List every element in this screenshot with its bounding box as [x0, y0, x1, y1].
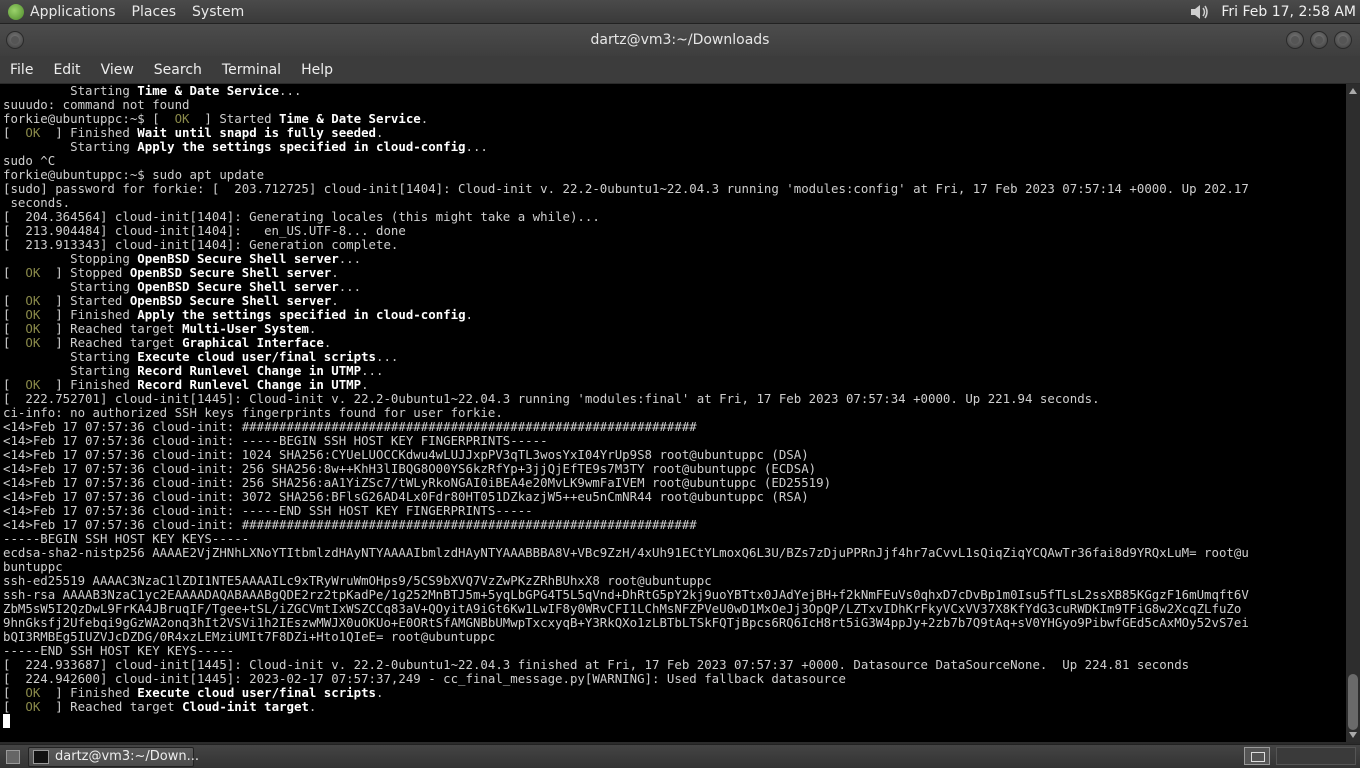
terminal-line: Starting Time & Date Service... [3, 84, 302, 98]
terminal-line: [ OK ] Finished Execute cloud user/final… [3, 685, 384, 700]
terminal-line: [ 213.913343] cloud-init[1404]: Generati… [3, 237, 399, 252]
terminal-cursor [3, 714, 10, 728]
terminal-line: [ OK ] Started OpenBSD Secure Shell serv… [3, 293, 339, 308]
terminal-line: [ 204.364564] cloud-init[1404]: Generati… [3, 209, 600, 224]
terminal-line: ecdsa-sha2-nistp256 AAAAE2VjZHNhLXNoYTIt… [3, 545, 1249, 560]
close-button[interactable] [1334, 31, 1352, 49]
terminal-line [3, 714, 1346, 728]
terminal-icon [33, 749, 49, 764]
terminal-line: [ OK ] Finished Wait until snapd is full… [3, 125, 384, 140]
workspace-switcher-icon[interactable] [1244, 747, 1270, 765]
terminal-line: <14>Feb 17 07:57:36 cloud-init: -----END… [3, 503, 533, 518]
menu-view[interactable]: View [91, 62, 144, 78]
terminal-line: ci-info: no authorized SSH keys fingerpr… [3, 405, 503, 420]
terminal-line: [ 222.752701] cloud-init[1445]: Cloud-in… [3, 391, 1100, 406]
terminal-line: Starting OpenBSD Secure Shell server... [3, 279, 362, 294]
terminal-line: -----BEGIN SSH HOST KEY KEYS----- [3, 531, 250, 546]
terminal-line: <14>Feb 17 07:57:36 cloud-init: ########… [3, 517, 697, 532]
top-panel: Applications Places System Fri Feb 17, 2… [0, 0, 1360, 24]
terminal-line: [ 224.933687] cloud-init[1445]: Cloud-in… [3, 657, 1190, 672]
terminal-line: [sudo] password for forkie: [ 203.712725… [3, 181, 1249, 196]
terminal-line: seconds. [3, 195, 71, 210]
terminal-line: -----END SSH HOST KEY KEYS----- [3, 643, 235, 658]
workspace-switcher[interactable] [1276, 747, 1356, 765]
menubar: File Edit View Search Terminal Help [0, 56, 1360, 84]
menu-edit[interactable]: Edit [43, 62, 90, 78]
terminal-line: Stopping OpenBSD Secure Shell server... [3, 251, 362, 266]
window-title: dartz@vm3:~/Downloads [590, 32, 770, 48]
places-menu[interactable]: Places [132, 4, 177, 20]
terminal-line: Starting Execute cloud user/final script… [3, 349, 399, 364]
window-titlebar[interactable]: dartz@vm3:~/Downloads [0, 24, 1360, 56]
system-menu[interactable]: System [192, 4, 244, 20]
terminal-line: [ OK ] Reached target Cloud-init target. [3, 699, 317, 714]
terminal-line: 9hnGksfj2Ufebqi9gGzWA2onq3hIt2VSVi1h2IEs… [3, 615, 1249, 630]
scroll-up-icon[interactable] [1349, 88, 1357, 94]
minimize-button[interactable] [1286, 31, 1304, 49]
terminal-line: bQI3RMBEg5IUZVJcDZDG/0R4xzLEMziUMIt7F8DZ… [3, 629, 496, 644]
terminal-line: buntuppc [3, 559, 63, 574]
applications-menu[interactable]: Applications [30, 4, 116, 20]
scroll-thumb[interactable] [1348, 674, 1358, 730]
terminal-line: forkie@ubuntuppc:~$ sudo apt update [3, 167, 265, 182]
scroll-down-icon[interactable] [1349, 732, 1357, 738]
terminal-line: <14>Feb 17 07:57:36 cloud-init: 3072 SHA… [3, 489, 809, 504]
menu-search[interactable]: Search [144, 62, 212, 78]
terminal-line: Starting Apply the settings specified in… [3, 139, 488, 154]
terminal-line: [ OK ] Reached target Multi-User System. [3, 321, 317, 336]
panel-clock[interactable]: Fri Feb 17, 2:58 AM [1221, 4, 1356, 20]
menu-file[interactable]: File [0, 62, 43, 78]
volume-icon[interactable] [1189, 3, 1211, 21]
terminal-line: [ 213.904484] cloud-init[1404]: en_US.UT… [3, 223, 406, 238]
terminal-scrollbar[interactable] [1346, 84, 1360, 742]
terminal-line: [ OK ] Stopped OpenBSD Secure Shell serv… [3, 265, 339, 280]
terminal-line: ssh-rsa AAAAB3NzaC1yc2EAAAADAQABAAABgQDE… [3, 587, 1249, 602]
terminal-line: sudo ^C [3, 153, 56, 168]
terminal-line: [ 224.942600] cloud-init[1445]: 2023-02-… [3, 671, 846, 686]
terminal-line: ssh-ed25519 AAAAC3NzaC1lZDI1NTE5AAAAILc9… [3, 573, 712, 588]
terminal-line: Starting Record Runlevel Change in UTMP.… [3, 363, 384, 378]
terminal-line: forkie@ubuntuppc:~$ [ OK ] Started Time … [3, 111, 429, 126]
terminal-line: [ OK ] Reached target Graphical Interfac… [3, 335, 332, 350]
taskbar-terminal-item[interactable]: dartz@vm3:~/Down... [28, 746, 199, 767]
terminal-line: suuudo: command not found [3, 97, 190, 112]
terminal-output[interactable]: Starting Time & Date Service... suuudo: c… [0, 84, 1346, 742]
terminal-line: <14>Feb 17 07:57:36 cloud-init: 256 SHA2… [3, 461, 817, 476]
maximize-button[interactable] [1310, 31, 1328, 49]
menu-terminal[interactable]: Terminal [212, 62, 291, 78]
terminal-line: [ OK ] Finished Record Runlevel Change i… [3, 377, 369, 392]
menu-help[interactable]: Help [291, 62, 343, 78]
terminal-line: <14>Feb 17 07:57:36 cloud-init: ########… [3, 419, 697, 434]
panel-tray: Fri Feb 17, 2:58 AM [1189, 0, 1360, 24]
taskbar-item-label: dartz@vm3:~/Down... [55, 749, 199, 764]
terminal-line: <14>Feb 17 07:57:36 cloud-init: 256 SHA2… [3, 475, 832, 490]
terminal-line: <14>Feb 17 07:57:36 cloud-init: 1024 SHA… [3, 447, 809, 462]
show-desktop-icon[interactable] [6, 749, 20, 764]
distro-logo-icon[interactable] [8, 3, 24, 20]
terminal-line: <14>Feb 17 07:57:36 cloud-init: -----BEG… [3, 433, 548, 448]
bottom-panel: dartz@vm3:~/Down... [0, 744, 1360, 768]
terminal-line: [ OK ] Finished Apply the settings speci… [3, 307, 473, 322]
terminal-line: ZbM5sW5I2QzDwL9FrKA4JBruqIF/Tgee+tSL/iZG… [3, 601, 1242, 616]
